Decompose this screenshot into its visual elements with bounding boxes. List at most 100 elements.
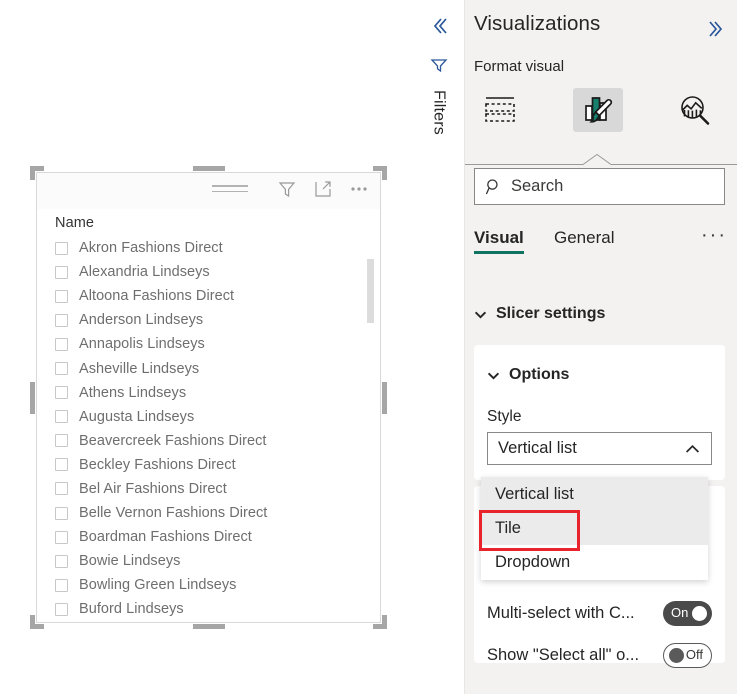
slicer-item-list[interactable]: Akron Fashions DirectAlexandria Lindseys… xyxy=(37,236,380,622)
slicer-item-label: Bowie Lindseys xyxy=(79,553,180,569)
style-dropdown[interactable]: Vertical list xyxy=(487,432,712,465)
checkbox-icon[interactable] xyxy=(55,507,68,520)
checkbox-icon[interactable] xyxy=(55,362,68,375)
tab-general[interactable]: General xyxy=(554,228,614,254)
options-header-label: Options xyxy=(509,366,569,384)
options-card: Options Style Vertical list xyxy=(474,345,725,480)
paintbrush-format-icon xyxy=(581,94,615,126)
resize-handle-top-left[interactable] xyxy=(30,166,44,180)
checkbox-icon[interactable] xyxy=(55,338,68,351)
page-title: Visualizations xyxy=(474,12,600,36)
slicer-scrollbar-thumb[interactable] xyxy=(367,259,374,323)
slicer-item-label: Beckley Fashions Direct xyxy=(79,457,236,473)
slicer-list-item[interactable]: Asheville Lindseys xyxy=(55,356,380,380)
checkbox-icon[interactable] xyxy=(55,242,68,255)
select-all-toggle-state: Off xyxy=(686,647,703,662)
slicer-item-label: Athens Lindseys xyxy=(79,385,186,401)
slicer-list-item[interactable]: Beavercreek Fashions Direct xyxy=(55,429,380,453)
collapse-filters-icon[interactable] xyxy=(427,14,451,38)
more-options-icon[interactable] xyxy=(348,178,370,200)
slicer-item-label: Buford Lindseys xyxy=(79,601,184,617)
style-dropdown-options[interactable]: Vertical list Tile Dropdown xyxy=(481,477,708,580)
resize-handle-left[interactable] xyxy=(30,382,35,414)
filter-icon[interactable] xyxy=(276,178,298,200)
slicer-list-item[interactable]: Boardman Fashions Direct xyxy=(55,525,380,549)
slicer-field-title: Name xyxy=(37,209,380,236)
slicer-list-item[interactable]: Cartersville Lindseys xyxy=(55,622,380,623)
filter-icon[interactable] xyxy=(429,56,449,76)
slicer-visual[interactable]: Name Akron Fashions DirectAlexandria Lin… xyxy=(36,172,381,623)
subtab-more-options[interactable]: ··· xyxy=(701,224,727,247)
resize-handle-top[interactable] xyxy=(193,166,225,171)
checkbox-icon[interactable] xyxy=(55,458,68,471)
multi-select-toggle-state: On xyxy=(671,605,688,620)
checkbox-icon[interactable] xyxy=(55,579,68,592)
chevron-up-icon xyxy=(685,443,700,456)
tab-visual[interactable]: Visual xyxy=(474,228,524,254)
slicer-list-item[interactable]: Augusta Lindseys xyxy=(55,405,380,429)
resize-handle-top-right[interactable] xyxy=(373,166,387,180)
checkbox-icon[interactable] xyxy=(55,410,68,423)
checkbox-icon[interactable] xyxy=(55,386,68,399)
slicer-scrollbar[interactable] xyxy=(367,259,374,599)
checkbox-icon[interactable] xyxy=(55,603,68,616)
slicer-list-item[interactable]: Anderson Lindseys xyxy=(55,308,380,332)
style-option-1[interactable]: Vertical list xyxy=(481,477,708,511)
slicer-item-label: Bel Air Fashions Direct xyxy=(79,481,227,497)
tab-format-visual[interactable] xyxy=(573,88,623,132)
checkbox-icon[interactable] xyxy=(55,482,68,495)
resize-handle-bottom-right[interactable] xyxy=(373,615,387,629)
slicer-list-item[interactable]: Bel Air Fashions Direct xyxy=(55,477,380,501)
style-selected-value: Vertical list xyxy=(498,439,577,458)
toggle-knob xyxy=(669,648,684,663)
slicer-visual-container[interactable]: Name Akron Fashions DirectAlexandria Lin… xyxy=(30,166,387,629)
style-option-3[interactable]: Dropdown xyxy=(481,545,708,579)
style-option-2[interactable]: Tile xyxy=(481,511,708,545)
slicer-list-item[interactable]: Athens Lindseys xyxy=(55,381,380,405)
checkbox-icon[interactable] xyxy=(55,314,68,327)
tab-analytics[interactable] xyxy=(670,88,720,132)
options-card-header[interactable]: Options xyxy=(487,366,569,384)
resize-handle-bottom-left[interactable] xyxy=(30,615,44,629)
slicer-list-item[interactable]: Bowie Lindseys xyxy=(55,549,380,573)
slicer-item-label: Altoona Fashions Direct xyxy=(79,288,234,304)
resize-handle-bottom[interactable] xyxy=(193,624,225,629)
filters-rail[interactable]: Filters xyxy=(413,0,465,694)
checkbox-icon[interactable] xyxy=(55,266,68,279)
focus-mode-icon[interactable] xyxy=(312,178,334,200)
slicer-item-label: Annapolis Lindseys xyxy=(79,336,205,352)
slicer-body[interactable]: Name Akron Fashions DirectAlexandria Lin… xyxy=(37,209,380,622)
resize-handle-right[interactable] xyxy=(382,382,387,414)
checkbox-icon[interactable] xyxy=(55,434,68,447)
style-option-label: Tile xyxy=(495,519,521,538)
multi-select-toggle[interactable]: On xyxy=(663,601,712,626)
section-slicer-settings[interactable]: Slicer settings xyxy=(474,305,605,323)
slicer-list-item[interactable]: Annapolis Lindseys xyxy=(55,332,380,356)
format-subtabs: Visual General ··· xyxy=(474,228,727,266)
checkbox-icon[interactable] xyxy=(55,555,68,568)
pane-tabstrip xyxy=(465,84,737,140)
multi-select-label: Multi-select with C... xyxy=(487,604,635,623)
filters-pane-label[interactable]: Filters xyxy=(430,90,448,135)
slicer-item-label: Bowling Green Lindseys xyxy=(79,577,236,593)
search-input[interactable]: Search xyxy=(474,168,725,205)
style-label: Style xyxy=(487,408,521,426)
chevron-down-icon xyxy=(487,369,500,382)
tab-build-visual[interactable] xyxy=(475,88,525,132)
slicer-list-item[interactable]: Alexandria Lindseys xyxy=(55,260,380,284)
checkbox-icon[interactable] xyxy=(55,290,68,303)
chevron-double-right-icon[interactable] xyxy=(701,17,725,41)
app-root: Name Akron Fashions DirectAlexandria Lin… xyxy=(0,0,737,694)
slicer-list-item[interactable]: Bowling Green Lindseys xyxy=(55,573,380,597)
slicer-list-item[interactable]: Beckley Fashions Direct xyxy=(55,453,380,477)
checkbox-icon[interactable] xyxy=(55,531,68,544)
slicer-list-item[interactable]: Akron Fashions Direct xyxy=(55,236,380,260)
slicer-list-item[interactable]: Buford Lindseys xyxy=(55,597,380,621)
list-icon[interactable] xyxy=(212,185,248,197)
report-canvas[interactable]: Name Akron Fashions DirectAlexandria Lin… xyxy=(0,0,413,694)
row-select-all: Show "Select all" o... Off xyxy=(487,638,712,672)
select-all-toggle[interactable]: Off xyxy=(663,643,712,668)
slicer-list-item[interactable]: Belle Vernon Fashions Direct xyxy=(55,501,380,525)
style-option-label: Vertical list xyxy=(495,485,574,504)
slicer-list-item[interactable]: Altoona Fashions Direct xyxy=(55,284,380,308)
